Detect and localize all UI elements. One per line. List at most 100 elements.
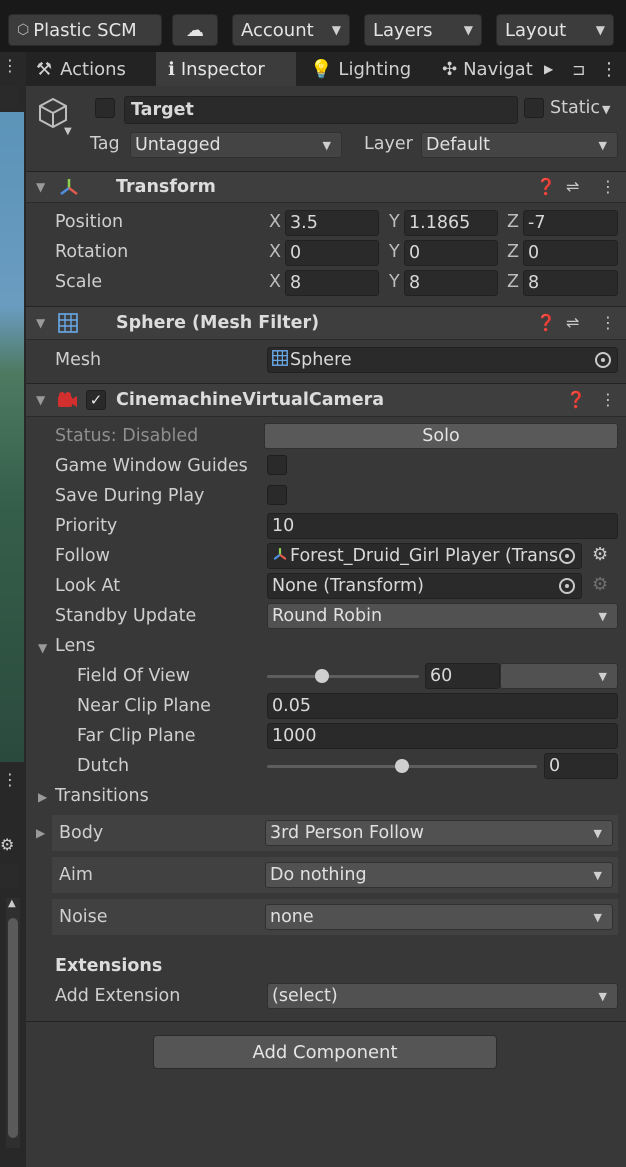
object-name-field[interactable]: Target: [124, 96, 518, 124]
add-extension-dropdown[interactable]: (select) ▼: [267, 983, 618, 1009]
left-field[interactable]: [0, 864, 18, 888]
foldout-arrow-icon[interactable]: ▼: [36, 316, 45, 330]
gear-icon[interactable]: ⚙: [592, 544, 608, 565]
axis-x-label[interactable]: X: [269, 242, 281, 262]
slider-knob[interactable]: [395, 759, 409, 773]
foldout-arrow-icon[interactable]: ▼: [36, 180, 45, 194]
scrollbar[interactable]: ▲: [6, 898, 20, 1148]
object-picker-icon[interactable]: [595, 352, 611, 368]
foldout-arrow-icon[interactable]: ▼: [38, 641, 47, 655]
far-clip-plane-field[interactable]: 1000: [267, 723, 618, 749]
account-dropdown[interactable]: Account ▼: [232, 14, 350, 46]
mesh-object-field[interactable]: Sphere: [267, 347, 618, 373]
body-dropdown[interactable]: 3rd Person Follow ▼: [265, 820, 613, 846]
axis-z-label[interactable]: Z: [507, 212, 519, 232]
more-menu-icon[interactable]: ⋮: [600, 390, 616, 409]
solo-button[interactable]: Solo: [264, 423, 618, 449]
axis-y-label[interactable]: Y: [389, 242, 400, 262]
noise-dropdown[interactable]: none ▼: [265, 904, 613, 930]
axis-y-label[interactable]: Y: [389, 272, 400, 292]
scale-z-field[interactable]: 8: [523, 270, 618, 296]
standby-update-dropdown[interactable]: Round Robin ▼: [267, 603, 618, 629]
more-menu-icon[interactable]: ⋮: [2, 770, 18, 789]
presets-icon[interactable]: ⇌: [566, 177, 579, 196]
presets-icon[interactable]: ⇌: [566, 313, 579, 332]
tag-dropdown[interactable]: Untagged ▼: [130, 132, 342, 158]
priority-field[interactable]: 10: [267, 513, 618, 539]
game-window-guides-checkbox[interactable]: [267, 455, 287, 475]
tab-scroll-right-icon[interactable]: ▶: [544, 52, 560, 86]
aim-dropdown[interactable]: Do nothing ▼: [265, 862, 613, 888]
foldout-arrow-icon[interactable]: ▼: [36, 393, 45, 407]
lens-label[interactable]: Lens: [55, 636, 95, 656]
tab-lighting[interactable]: 💡 Lighting: [310, 52, 440, 86]
more-menu-icon[interactable]: ⋮: [2, 56, 18, 75]
help-icon[interactable]: ❓: [536, 177, 556, 196]
transitions-label[interactable]: Transitions: [55, 786, 149, 806]
look-at-object-field[interactable]: None (Transform): [267, 573, 582, 599]
slider-track[interactable]: [267, 675, 419, 678]
mesh-label: Mesh: [55, 350, 102, 370]
layout-dropdown[interactable]: Layout ▼: [496, 14, 614, 46]
slider-knob[interactable]: [315, 669, 330, 683]
mesh-filter-header[interactable]: ▼ Sphere (Mesh Filter) ❓ ⇌ ⋮: [26, 306, 626, 340]
extensions-heading: Extensions: [55, 956, 163, 976]
status-label: Status: Disabled: [55, 426, 199, 446]
plastic-scm-button[interactable]: ⬡ Plastic SCM: [8, 14, 162, 46]
component-enabled-checkbox[interactable]: ✓: [86, 390, 106, 410]
tab-actions[interactable]: ⚒ Actions: [36, 52, 156, 86]
position-y-field[interactable]: 1.1865: [404, 210, 498, 236]
static-label[interactable]: Static ▼: [550, 98, 611, 118]
foldout-arrow-icon[interactable]: ▶: [36, 826, 45, 840]
scale-y-field[interactable]: 8: [404, 270, 498, 296]
rotation-z-field[interactable]: 0: [523, 240, 618, 266]
axis-x-label[interactable]: X: [269, 212, 281, 232]
active-checkbox[interactable]: [95, 98, 115, 118]
scene-view[interactable]: [0, 112, 24, 762]
component-title: Transform: [116, 177, 216, 197]
object-icon: [36, 96, 70, 130]
axis-x-label[interactable]: X: [269, 272, 281, 292]
caret-down-icon: ▼: [598, 138, 607, 152]
save-during-play-checkbox[interactable]: [267, 485, 287, 505]
dutch-field[interactable]: 0: [544, 753, 618, 779]
lock-icon[interactable]: ⊐: [572, 52, 590, 86]
field-of-view-field[interactable]: 60: [425, 663, 500, 689]
layers-dropdown[interactable]: Layers ▼: [364, 14, 482, 46]
left-field[interactable]: [0, 86, 18, 108]
add-component-button[interactable]: Add Component: [153, 1035, 497, 1069]
more-menu-icon[interactable]: ⋮: [600, 313, 616, 332]
axis-y-label[interactable]: Y: [389, 212, 400, 232]
help-icon[interactable]: ❓: [566, 390, 586, 409]
static-checkbox[interactable]: [524, 98, 544, 118]
tab-navigation[interactable]: ✣ Navigat: [442, 52, 552, 86]
rotation-x-field[interactable]: 0: [285, 240, 379, 266]
position-z-field[interactable]: -7: [523, 210, 618, 236]
more-menu-icon[interactable]: ⋮: [600, 52, 618, 86]
axis-z-label[interactable]: Z: [507, 242, 519, 262]
layer-dropdown[interactable]: Default ▼: [421, 132, 618, 158]
scroll-up-icon[interactable]: ▲: [8, 898, 16, 909]
cloud-button[interactable]: ☁: [172, 14, 218, 46]
help-icon[interactable]: ❓: [536, 313, 556, 332]
near-clip-plane-field[interactable]: 0.05: [267, 693, 618, 719]
dutch-slider[interactable]: [267, 755, 537, 777]
more-menu-icon[interactable]: ⋮: [600, 177, 616, 196]
follow-object-field[interactable]: Forest_Druid_Girl Player (Trans: [267, 543, 582, 569]
field-of-view-slider[interactable]: [267, 665, 419, 687]
position-x-field[interactable]: 3.5: [285, 210, 379, 236]
mesh-grid-icon: [58, 313, 78, 338]
rotation-y-field[interactable]: 0: [404, 240, 498, 266]
gear-icon[interactable]: ⚙: [0, 835, 14, 854]
fov-preset-dropdown[interactable]: ▼: [500, 663, 618, 689]
tab-inspector[interactable]: ℹ Inspector: [156, 52, 296, 86]
vcam-header[interactable]: ▼ ✓ CinemachineVirtualCamera ❓ ⋮: [26, 383, 626, 417]
icon-dropdown-caret-icon[interactable]: ▼: [64, 126, 72, 137]
scrollbar-thumb[interactable]: [8, 918, 18, 1138]
object-picker-icon[interactable]: [559, 578, 575, 594]
object-picker-icon[interactable]: [559, 548, 575, 564]
foldout-arrow-icon[interactable]: ▶: [38, 790, 47, 804]
transform-header[interactable]: ▼ Transform ❓ ⇌ ⋮: [26, 171, 626, 203]
scale-x-field[interactable]: 8: [285, 270, 379, 296]
axis-z-label[interactable]: Z: [507, 272, 519, 292]
